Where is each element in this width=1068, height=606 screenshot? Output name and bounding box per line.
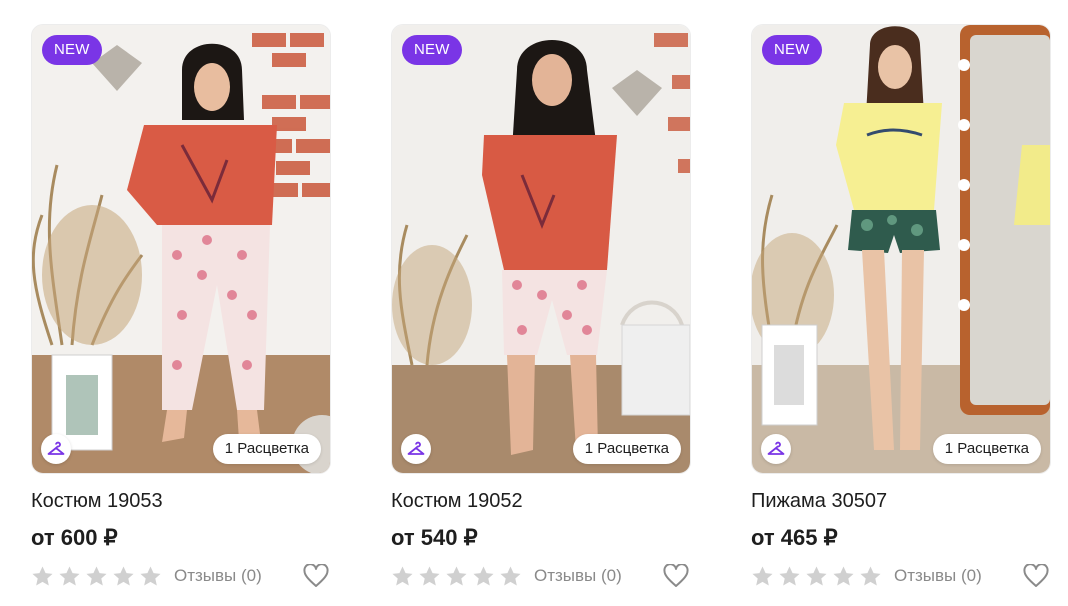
star-icon (86, 565, 107, 586)
star-icon (860, 565, 881, 586)
hanger-icon[interactable] (761, 434, 791, 464)
product-title[interactable]: Костюм 19053 (31, 489, 331, 513)
star-icon (419, 565, 440, 586)
star-icon (500, 565, 521, 586)
star-icon (752, 565, 773, 586)
hanger-icon-glyph (47, 441, 65, 455)
reviews-link[interactable]: Отзывы (0) (894, 566, 982, 586)
product-price: от 600 ₽ (31, 525, 118, 550)
product-price: от 465 ₽ (751, 525, 838, 550)
heart-icon (663, 564, 689, 587)
rating-row: Отзывы (0) (751, 561, 1051, 591)
new-badge: NEW (42, 35, 102, 65)
product-image[interactable]: NEW 1 Расцветка (391, 24, 691, 474)
star-icon (392, 565, 413, 586)
star-icon (113, 565, 134, 586)
star-icon (473, 565, 494, 586)
rating-row: Отзывы (0) (31, 561, 331, 591)
product-grid: NEW 1 Расцветка Костюм 19053 от 600 ₽ От… (0, 0, 1068, 606)
product-title[interactable]: Костюм 19052 (391, 489, 691, 513)
product-title[interactable]: Пижама 30507 (751, 489, 1051, 513)
reviews-link[interactable]: Отзывы (0) (534, 566, 622, 586)
hanger-icon[interactable] (41, 434, 71, 464)
product-card[interactable]: NEW 1 Расцветка Костюм 19052 от 540 ₽ От… (391, 24, 691, 606)
heart-icon (303, 564, 329, 587)
color-variants-label[interactable]: 1 Расцветка (932, 434, 1041, 464)
product-price: от 540 ₽ (391, 525, 478, 550)
product-image[interactable]: NEW 1 Расцветка (751, 24, 1051, 474)
rating-stars (391, 565, 522, 588)
color-variants-label[interactable]: 1 Расцветка (212, 434, 321, 464)
hanger-icon[interactable] (401, 434, 431, 464)
favorite-button[interactable] (301, 561, 331, 591)
star-icon (806, 565, 827, 586)
hanger-icon-glyph (407, 441, 425, 455)
new-badge: NEW (762, 35, 822, 65)
reviews-link[interactable]: Отзывы (0) (174, 566, 262, 586)
favorite-button[interactable] (661, 561, 691, 591)
star-icon (32, 565, 53, 586)
star-icon (779, 565, 800, 586)
rating-row: Отзывы (0) (391, 561, 691, 591)
product-card[interactable]: NEW 1 Расцветка Пижама 30507 от 465 ₽ От… (751, 24, 1051, 606)
new-badge: NEW (402, 35, 462, 65)
product-card[interactable]: NEW 1 Расцветка Костюм 19053 от 600 ₽ От… (31, 24, 331, 606)
hanger-icon-glyph (767, 441, 785, 455)
star-icon (140, 565, 161, 586)
product-photo-scene (392, 25, 690, 473)
star-icon (446, 565, 467, 586)
rating-stars (31, 565, 162, 588)
product-photo-scene (752, 25, 1050, 473)
product-image[interactable]: NEW 1 Расцветка (31, 24, 331, 474)
favorite-button[interactable] (1021, 561, 1051, 591)
rating-stars (751, 565, 882, 588)
star-icon (833, 565, 854, 586)
color-variants-label[interactable]: 1 Расцветка (572, 434, 681, 464)
heart-icon (1023, 564, 1049, 587)
product-photo-scene (32, 25, 330, 473)
star-icon (59, 565, 80, 586)
